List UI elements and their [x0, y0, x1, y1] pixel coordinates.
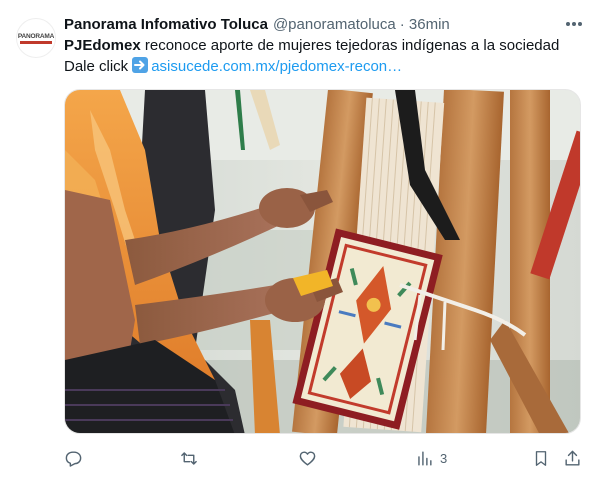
tweet-text-line-2: Dale click asisucede.com.mx/pjedomex-reco… [64, 56, 591, 80]
more-options-button[interactable] [563, 14, 585, 34]
views-count: 3 [440, 450, 448, 466]
tweet-actions: 3 [64, 446, 591, 470]
author-handle[interactable]: @panoramatoluca [273, 16, 396, 33]
avatar[interactable]: PANORAMA [16, 18, 56, 58]
avatar-logo-bar [20, 40, 52, 44]
more-icon [566, 22, 582, 26]
media-photo[interactable] [64, 89, 581, 434]
cta-text: Dale click [64, 58, 129, 75]
mention-link[interactable]: PJEdomex [64, 37, 141, 54]
like-button[interactable] [298, 446, 317, 470]
avatar-logo-text: PANORAMA [17, 32, 55, 40]
views-icon [418, 450, 432, 466]
views-button[interactable]: 3 [415, 446, 447, 470]
reply-icon [65, 450, 82, 467]
repost-button[interactable] [179, 446, 199, 470]
post-time[interactable]: · 36min [400, 16, 450, 33]
tweet[interactable]: PANORAMA Panorama Infomativo Toluca @pan… [0, 0, 603, 481]
tweet-content: Panorama Infomativo Toluca @panoramatolu… [64, 12, 591, 80]
photo-weaving-loom [65, 90, 580, 433]
right-arrow-emoji-icon [131, 56, 149, 80]
author-name[interactable]: Panorama Infomativo Toluca [64, 16, 268, 33]
heart-icon [299, 450, 316, 466]
share-icon [565, 450, 580, 466]
bookmark-button[interactable] [532, 446, 550, 470]
tweet-header: Panorama Infomativo Toluca @panoramatolu… [64, 12, 591, 36]
tweet-text: reconoce aporte de mujeres tejedoras ind… [144, 37, 560, 54]
reply-button[interactable] [64, 446, 83, 470]
tweet-text-line-1: PJEdomex reconoce aporte de mujeres teje… [64, 36, 591, 56]
repost-icon [181, 451, 197, 465]
share-button[interactable] [563, 446, 582, 470]
news-logo-icon: PANORAMA [18, 31, 54, 45]
bookmark-icon [535, 450, 547, 466]
article-link[interactable]: asisucede.com.mx/pjedomex-recon… [151, 58, 402, 75]
